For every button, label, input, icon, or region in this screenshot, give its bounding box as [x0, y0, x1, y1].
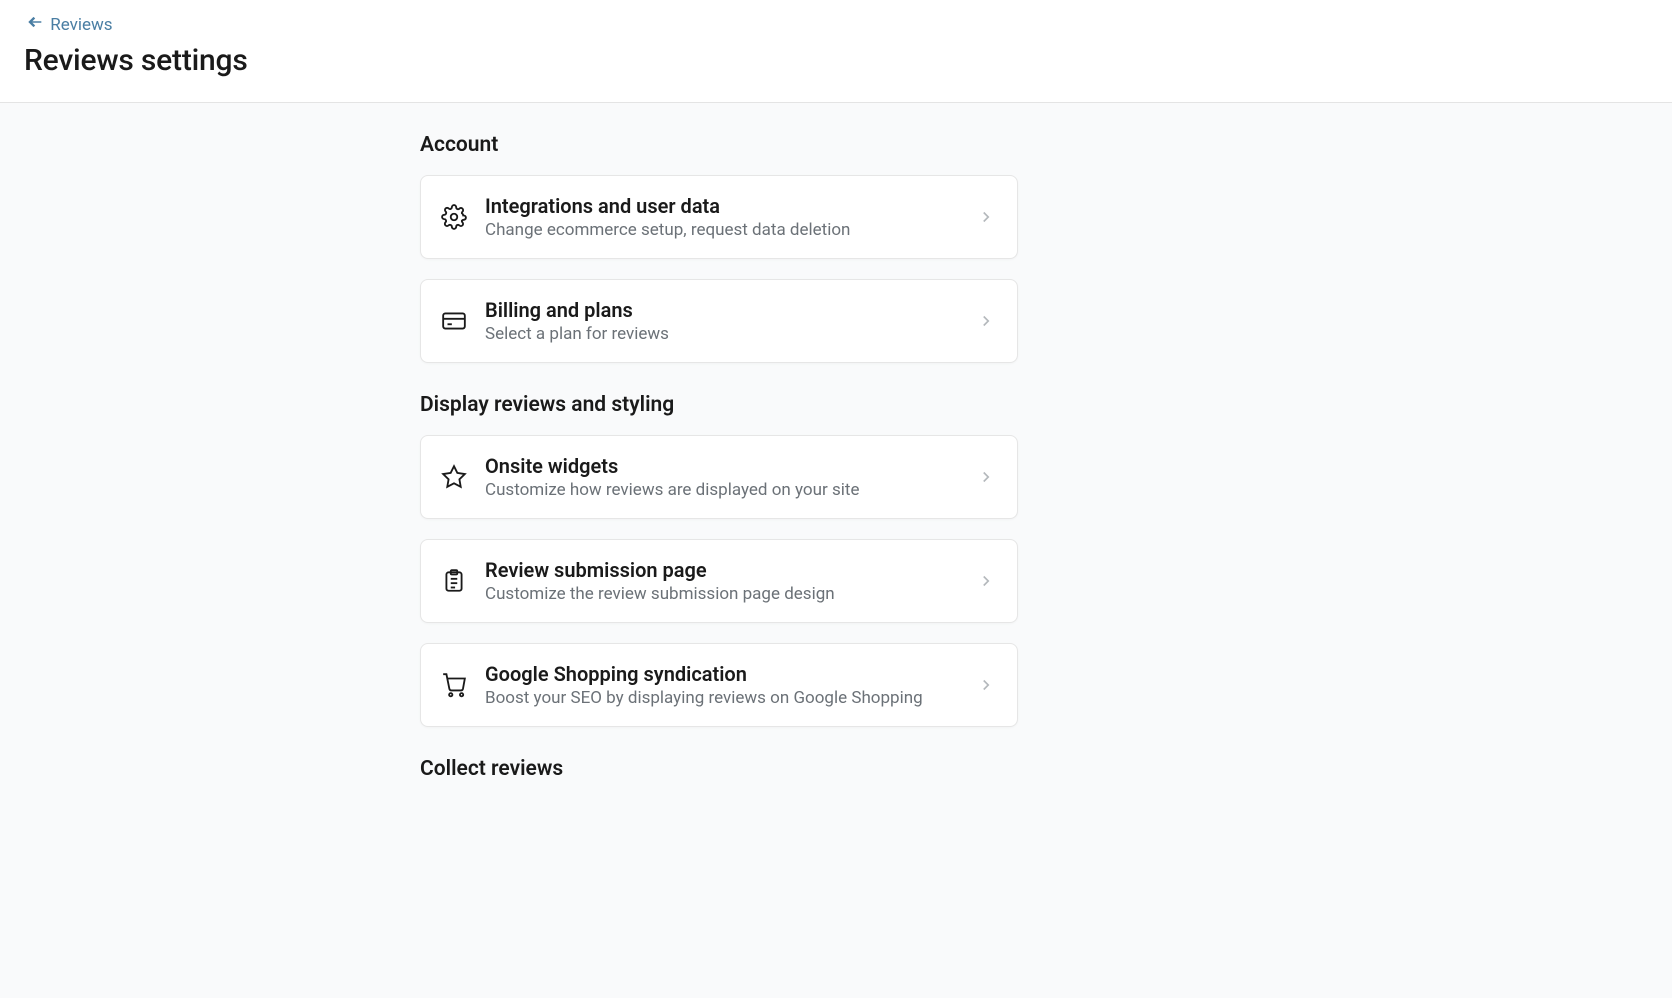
page-header: Reviews Reviews settings: [0, 0, 1672, 103]
shopping-cart-icon: [441, 672, 467, 698]
card-integrations[interactable]: Integrations and user data Change ecomme…: [420, 175, 1018, 259]
card-desc: Customize the review submission page des…: [485, 584, 959, 604]
back-link-label: Reviews: [50, 15, 112, 35]
section-heading-collect: Collect reviews: [420, 757, 1018, 781]
card-text: Onsite widgets Customize how reviews are…: [485, 454, 959, 500]
card-title: Onsite widgets: [485, 454, 959, 478]
card-onsite-widgets[interactable]: Onsite widgets Customize how reviews are…: [420, 435, 1018, 519]
card-desc: Boost your SEO by displaying reviews on …: [485, 688, 959, 708]
content-inner: Account Integrations and user data Chang…: [420, 133, 1018, 781]
credit-card-icon: [441, 308, 467, 334]
card-title: Integrations and user data: [485, 194, 959, 218]
card-desc: Select a plan for reviews: [485, 324, 959, 344]
chevron-right-icon: [977, 468, 997, 486]
card-text: Integrations and user data Change ecomme…: [485, 194, 959, 240]
content-area: Account Integrations and user data Chang…: [0, 103, 1672, 998]
card-text: Billing and plans Select a plan for revi…: [485, 298, 959, 344]
page-title: Reviews settings: [24, 43, 1648, 78]
card-text: Review submission page Customize the rev…: [485, 558, 959, 604]
card-google-shopping[interactable]: Google Shopping syndication Boost your S…: [420, 643, 1018, 727]
clipboard-icon: [441, 568, 467, 594]
arrow-left-icon: [24, 14, 44, 35]
card-text: Google Shopping syndication Boost your S…: [485, 662, 959, 708]
card-title: Billing and plans: [485, 298, 959, 322]
card-title: Review submission page: [485, 558, 959, 582]
chevron-right-icon: [977, 208, 997, 226]
chevron-right-icon: [977, 572, 997, 590]
chevron-right-icon: [977, 312, 997, 330]
card-billing[interactable]: Billing and plans Select a plan for revi…: [420, 279, 1018, 363]
back-link[interactable]: Reviews: [24, 14, 113, 35]
section-heading-account: Account: [420, 133, 1018, 157]
section-heading-display: Display reviews and styling: [420, 393, 1018, 417]
star-icon: [441, 464, 467, 490]
chevron-right-icon: [977, 676, 997, 694]
card-desc: Customize how reviews are displayed on y…: [485, 480, 959, 500]
card-title: Google Shopping syndication: [485, 662, 959, 686]
card-review-submission[interactable]: Review submission page Customize the rev…: [420, 539, 1018, 623]
card-desc: Change ecommerce setup, request data del…: [485, 220, 959, 240]
gear-icon: [441, 204, 467, 230]
